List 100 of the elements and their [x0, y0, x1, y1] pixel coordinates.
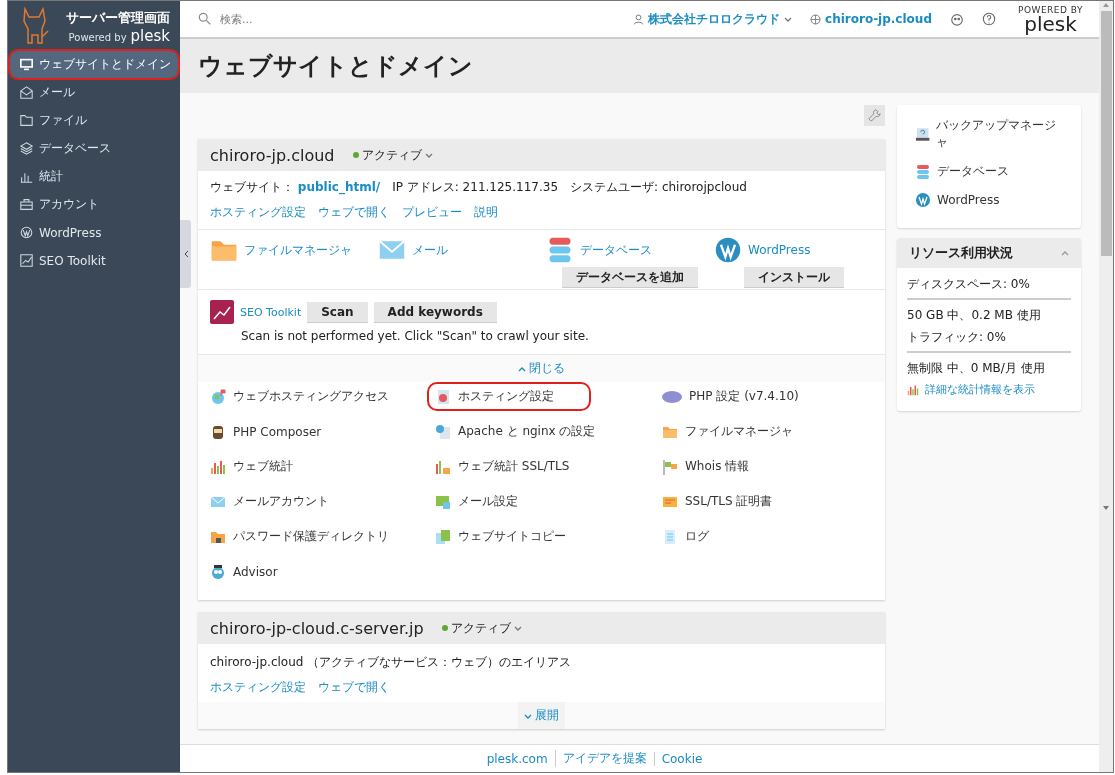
status-dropdown[interactable]: アクティブ [352, 146, 433, 164]
chart-icon [20, 254, 33, 267]
domain-name: chiroro-jp.cloud [210, 145, 335, 165]
system-user: システムユーザ: chirorojpcloud [570, 179, 747, 196]
seo-button[interactable]: Add keywords [373, 301, 497, 323]
bar-chart-icon [210, 458, 226, 475]
stats-link[interactable]: 詳細な統計情報を表示 [907, 382, 1071, 397]
wordpress-icon [20, 226, 33, 239]
hosting-icon [435, 388, 451, 405]
ip-address: IP アドレス: 211.125.117.35 [392, 179, 559, 196]
sidebar-item[interactable]: メール [10, 79, 178, 106]
tool-link[interactable]: ログ [656, 524, 715, 549]
website-label: ウェブサイト： [210, 180, 294, 194]
resource-detail: 50 GB 中、0.2 MB 使用 [907, 307, 1042, 324]
website-link[interactable]: public_html/ [297, 180, 381, 194]
tool-link[interactable]: パスワード保護ディレクトリ [204, 524, 395, 549]
sidebar-item[interactable]: データベース [10, 135, 178, 162]
account-menu[interactable]: 株式会社チロロクラウド [633, 10, 793, 28]
wrench-button[interactable] [864, 105, 885, 126]
tool-link[interactable]: Advisor [204, 559, 284, 584]
resource-detail: 無制限 中、0 MB/月 使用 [907, 360, 1046, 377]
chevron-left-icon [182, 250, 189, 258]
owl-icon [210, 563, 226, 580]
tool-link[interactable]: PHP 設定 (v7.4.10) [656, 384, 805, 409]
app-button[interactable]: データベースを追加 [562, 267, 698, 288]
resource-title: リソース利用状況 [909, 244, 1013, 262]
sidebar-item[interactable]: SEO Toolkit [10, 247, 178, 274]
collapse-toggle[interactable] [1061, 249, 1069, 257]
composer-icon [210, 423, 226, 440]
wordpress-icon [714, 236, 742, 264]
wordpress-icon [915, 192, 931, 208]
chevron-icon [424, 151, 433, 159]
tool-link[interactable]: ウェブ統計 SSL/TLS [429, 454, 576, 479]
wrench-icon [868, 109, 881, 122]
seo-toolkit-link[interactable]: SEO Toolkit [240, 305, 302, 319]
flags-icon [662, 458, 678, 475]
app-title: サーバー管理画面 [66, 9, 170, 27]
tool-link[interactable]: SSL/TLS 証明書 [656, 489, 779, 514]
user-icon [633, 13, 645, 25]
globe-icon [810, 13, 822, 25]
tool-link[interactable]: ウェブ統計 [204, 454, 299, 479]
app-link[interactable]: メール [412, 241, 448, 259]
resource-label: トラフィック: 0% [907, 329, 1007, 346]
domain-name: chiroro-jp-cloud.c-server.jp [210, 618, 424, 638]
cat-logo-icon [20, 7, 50, 47]
scroll-down-icon [1102, 504, 1110, 512]
seo-button[interactable]: Scan [307, 301, 368, 323]
domain-link[interactable]: ウェブで開く [318, 204, 390, 221]
sidebar-item[interactable]: 統計 [10, 163, 178, 190]
tool-link[interactable]: PHP Composer [204, 419, 328, 444]
domain-link[interactable]: ホスティング設定 [210, 204, 306, 221]
collapse-handle[interactable] [180, 220, 191, 288]
domain-link[interactable]: ホスティング設定 [210, 679, 306, 696]
chart-lock-icon [435, 458, 451, 475]
seo-chart-icon [210, 300, 234, 324]
tool-link[interactable]: Whois 情報 [656, 454, 756, 479]
tool-link[interactable]: ホスティング設定 [429, 384, 589, 409]
database-icon [915, 163, 931, 180]
domain-menu[interactable]: chiroro-jp.cloud [810, 12, 932, 26]
tool-link[interactable]: Apache と nginx の設定 [429, 419, 602, 444]
domain-link[interactable]: 説明 [474, 204, 498, 221]
chevron-icon [513, 624, 522, 632]
tool-link[interactable]: メールアカウント [204, 489, 335, 514]
toggle-link[interactable]: 展開 [518, 702, 565, 729]
quick-link[interactable]: バックアップマネージャ [915, 117, 1063, 151]
quick-link[interactable]: WordPress [915, 192, 1063, 208]
scroll-up-icon [1102, 1, 1110, 9]
domain-link[interactable]: プレビュー [402, 204, 462, 221]
scrollbar[interactable] [1099, 1, 1113, 772]
status-dropdown[interactable]: アクティブ [441, 619, 522, 637]
resource-label: ディスクスペース: 0% [907, 276, 1031, 293]
status-dot [441, 625, 448, 631]
status-dot [352, 152, 359, 158]
quick-link[interactable]: データベース [915, 163, 1063, 180]
domain-link[interactable]: ウェブで開く [318, 679, 390, 696]
sidebar-item[interactable]: アカウント [10, 191, 178, 218]
footer-link[interactable]: Cookie [653, 751, 710, 766]
app-link[interactable]: ファイルマネージャ [244, 241, 352, 259]
tool-link[interactable]: ファイルマネージャ [656, 419, 799, 444]
owl-icon [950, 12, 964, 26]
sidebar-item[interactable]: WordPress [10, 219, 178, 246]
app-button[interactable]: インストール [744, 267, 844, 288]
help-icon [982, 12, 996, 26]
app-link[interactable]: WordPress [748, 243, 811, 257]
sidebar-item[interactable]: ウェブサイトとドメイン [10, 51, 178, 78]
tool-link[interactable]: ウェブホスティングアクセス [204, 384, 395, 409]
backup-icon [915, 126, 931, 142]
bar-chart-icon [907, 383, 919, 396]
footer-link[interactable]: アイデアを提案 [554, 750, 654, 767]
collapse-icon [1061, 249, 1069, 257]
envelope-icon [20, 86, 33, 99]
app-link[interactable]: データベース [580, 241, 652, 259]
footer-link[interactable]: plesk.com [479, 751, 555, 766]
sidebar-item[interactable]: ファイル [10, 107, 178, 134]
seo-message: Scan is not performed yet. Click "Scan" to crawl your site. [240, 329, 590, 343]
copy-icon [435, 528, 451, 545]
tool-link[interactable]: メール設定 [429, 489, 524, 514]
page-title: ウェブサイトとドメイン [198, 51, 473, 82]
toggle-link[interactable]: 閉じる [512, 355, 571, 382]
tool-link[interactable]: ウェブサイトコピー [429, 524, 572, 549]
